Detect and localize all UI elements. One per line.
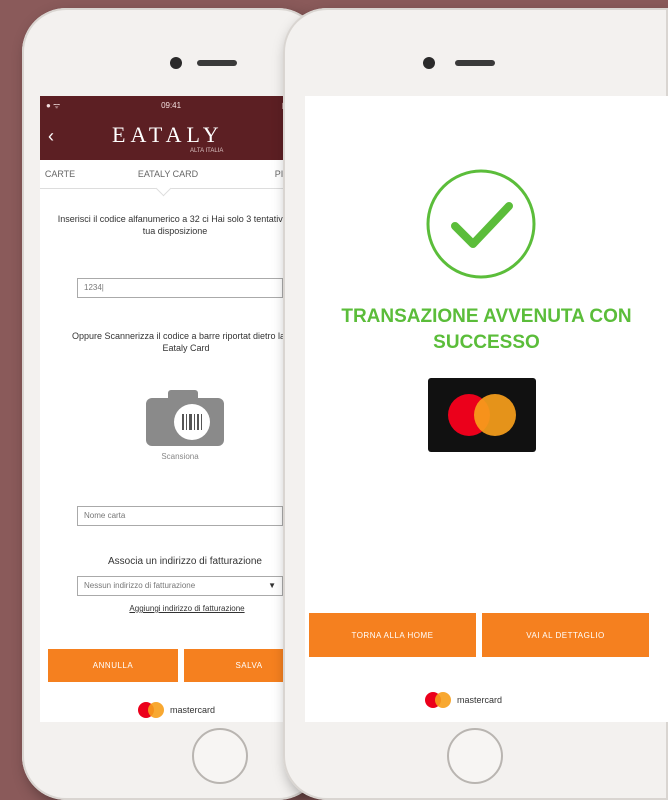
- card-name-input[interactable]: Nome carta: [77, 506, 283, 526]
- mastercard-footer: mastercard: [138, 702, 215, 718]
- add-billing-address-link[interactable]: Aggiungi indirizzo di fatturazione: [70, 604, 302, 613]
- brand-logo: EATALY: [112, 122, 224, 147]
- status-bar: ● ᯤ 09:41 ▮ ▭: [40, 96, 302, 114]
- speaker-grill: [197, 60, 237, 66]
- code-instructions: Inserisci il codice alfanumerico a 32 ci…: [57, 214, 293, 236]
- billing-address-value: Nessun indirizzo di fatturazione: [84, 581, 196, 590]
- mastercard-logo-icon: [425, 692, 451, 708]
- front-camera: [423, 57, 435, 69]
- brand-tagline: ALTA ITALIA: [190, 148, 224, 154]
- camera-scan-icon[interactable]: [140, 388, 230, 448]
- mastercard-wordmark: mastercard: [170, 705, 216, 715]
- scan-instructions: Oppure Scannerizza il codice a barre rip…: [71, 331, 301, 353]
- mastercard-wordmark: mastercard: [457, 695, 503, 705]
- billing-address-select[interactable]: Nessun indirizzo di fatturazione ▼: [77, 576, 283, 596]
- phone-right: TRANSAZIONE AVVENUTA CON SUCCESSO TORNA …: [283, 8, 668, 800]
- speaker-grill: [455, 60, 495, 66]
- card-code-input[interactable]: 1234|: [77, 278, 283, 298]
- card-type-tabs: CARTE EATALY CARD PI: [40, 160, 302, 197]
- front-camera: [170, 57, 182, 69]
- brand-header: ‹ EATALY ALTA ITALIA: [40, 114, 302, 160]
- billing-address-label: Associa un indirizzo di fatturazione: [108, 556, 262, 567]
- signal-icon: ● ᯤ: [46, 100, 61, 110]
- home-button[interactable]: [447, 728, 503, 784]
- tab-carte[interactable]: CARTE: [40, 169, 80, 179]
- cancel-button[interactable]: ANNULLA: [48, 649, 178, 682]
- home-button[interactable]: [192, 728, 248, 784]
- tab-eataly-card[interactable]: EATALY CARD: [80, 169, 256, 179]
- mastercard-logo-icon: [138, 702, 164, 718]
- chevron-left-icon[interactable]: ‹: [48, 126, 54, 147]
- caret-down-icon: ▼: [268, 581, 276, 590]
- success-title: TRANSAZIONE AVVENUTA CON SUCCESSO: [341, 306, 632, 353]
- success-check-icon: [426, 169, 536, 279]
- phone-left: ● ᯤ 09:41 ▮ ▭ ‹ EATALY ALTA ITALIA CARTE…: [22, 8, 322, 800]
- home-nav-button[interactable]: TORNA ALLA HOME: [309, 613, 476, 657]
- mastercard-card-icon: [428, 378, 536, 452]
- transaction-success-screen: TRANSAZIONE AVVENUTA CON SUCCESSO TORNA …: [305, 96, 668, 722]
- add-card-screen: ● ᯤ 09:41 ▮ ▭ ‹ EATALY ALTA ITALIA CARTE…: [40, 96, 302, 722]
- detail-button[interactable]: VAI AL DETTAGLIO: [482, 613, 649, 657]
- mastercard-footer: mastercard: [425, 692, 502, 708]
- scan-label: Scansiona: [161, 452, 199, 461]
- status-time: 09:41: [161, 100, 182, 110]
